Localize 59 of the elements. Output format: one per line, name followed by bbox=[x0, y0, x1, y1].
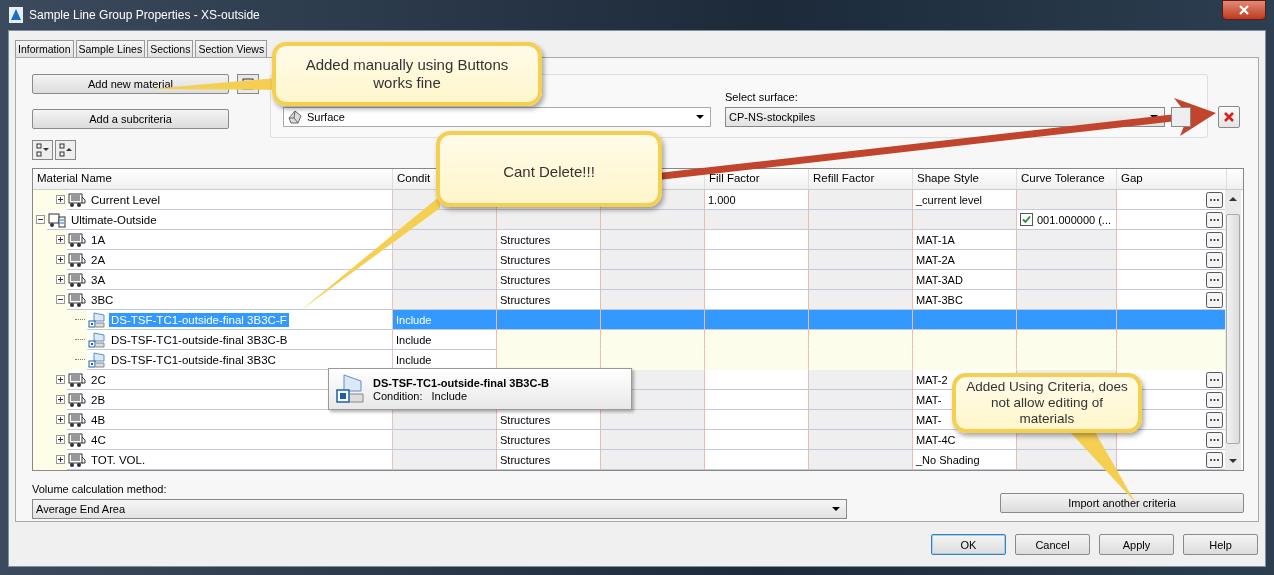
table-cell: Structures bbox=[497, 290, 601, 310]
condition-cell: Include bbox=[393, 310, 497, 330]
material-name[interactable]: 4B bbox=[89, 412, 108, 427]
shape-style-cell: MAT-4C bbox=[913, 430, 1017, 450]
material-name[interactable]: 3A bbox=[89, 272, 108, 287]
table-cell: Structures bbox=[497, 430, 601, 450]
tab[interactable]: Section Views bbox=[195, 40, 268, 57]
dialog-button[interactable]: Apply bbox=[1099, 534, 1174, 555]
column-header[interactable]: Material Name bbox=[33, 169, 393, 189]
material-name[interactable]: Current Level bbox=[89, 192, 163, 207]
tooltip-label: Condition: bbox=[373, 389, 423, 402]
shape-style-cell: MAT-2A bbox=[913, 250, 1017, 270]
column-header[interactable]: Refill Factor bbox=[809, 169, 913, 189]
column-header[interactable]: Fill Factor bbox=[705, 169, 809, 189]
object-type-dropdown[interactable]: Surface bbox=[283, 107, 711, 127]
dialog-button[interactable]: OK bbox=[931, 534, 1006, 555]
tooltip-title: DS-TSF-TC1-outside-final 3B3C-B bbox=[373, 376, 549, 389]
volume-method-label: Volume calculation method: bbox=[32, 483, 168, 495]
material-name[interactable]: 2C bbox=[89, 372, 108, 387]
column-header[interactable]: Curve Tolerance bbox=[1017, 169, 1117, 189]
fill-factor-cell: 1.000 bbox=[705, 190, 809, 210]
material-name[interactable]: Ultimate-Outside bbox=[69, 212, 159, 227]
dialog-button[interactable]: Help bbox=[1183, 534, 1258, 555]
column-header[interactable]: Condit bbox=[397, 172, 431, 184]
material-name[interactable]: 3BC bbox=[89, 292, 116, 307]
shape-style-cell: _current level bbox=[913, 190, 1017, 210]
table-cell: Structures bbox=[497, 270, 601, 290]
table-cell: Structures bbox=[497, 250, 601, 270]
callout-note: Added manually using Buttons works fine bbox=[272, 42, 542, 106]
dialog-button[interactable]: Cancel bbox=[1015, 534, 1090, 555]
import-criteria-button[interactable]: Import another criteria bbox=[1000, 493, 1244, 513]
table-cell: Structures bbox=[497, 450, 601, 470]
callout-note: Added Using Criteria, does not allow editing of materials bbox=[952, 373, 1142, 433]
material-name[interactable]: TOT. VOL. bbox=[89, 452, 148, 467]
shape-style-cell: MAT-3AD bbox=[913, 270, 1017, 290]
tab[interactable]: Sections bbox=[147, 40, 194, 57]
add-subcriteria-button[interactable]: Add a subcriteria bbox=[32, 109, 229, 129]
add-material-button[interactable]: Add new material bbox=[32, 74, 229, 94]
material-name[interactable]: 2A bbox=[89, 252, 108, 267]
material-name[interactable]: 2B bbox=[89, 392, 108, 407]
callout-note: Cant Delete!!! bbox=[436, 131, 662, 207]
select-dropdown[interactable]: CP-NS-stockpiles bbox=[725, 107, 1165, 127]
select-surface-label: Select surface: bbox=[725, 91, 799, 103]
shape-style-cell: _No Shading bbox=[913, 450, 1017, 470]
shape-style-cell: MAT-3BC bbox=[913, 290, 1017, 310]
material-name[interactable]: 4C bbox=[89, 432, 108, 447]
tooltip-value: Include bbox=[431, 389, 468, 402]
volume-method-dropdown[interactable]: Average End Area bbox=[32, 499, 847, 519]
column-header[interactable]: Shape Style bbox=[913, 169, 1017, 189]
tab[interactable]: Sample Lines bbox=[75, 40, 146, 57]
condition-cell: Include bbox=[393, 330, 497, 350]
window-title: Sample Line Group Properties - XS-outside bbox=[29, 8, 260, 22]
table-cell: Structures bbox=[497, 230, 601, 250]
material-name[interactable]: 1A bbox=[89, 232, 108, 247]
column-header[interactable]: Gap bbox=[1117, 169, 1227, 189]
curve-tolerance-value: 001.000000 (... bbox=[1037, 213, 1111, 226]
table-cell: Structures bbox=[497, 410, 601, 430]
shape-style-cell: MAT-1A bbox=[913, 230, 1017, 250]
tab[interactable]: Information bbox=[15, 40, 74, 57]
